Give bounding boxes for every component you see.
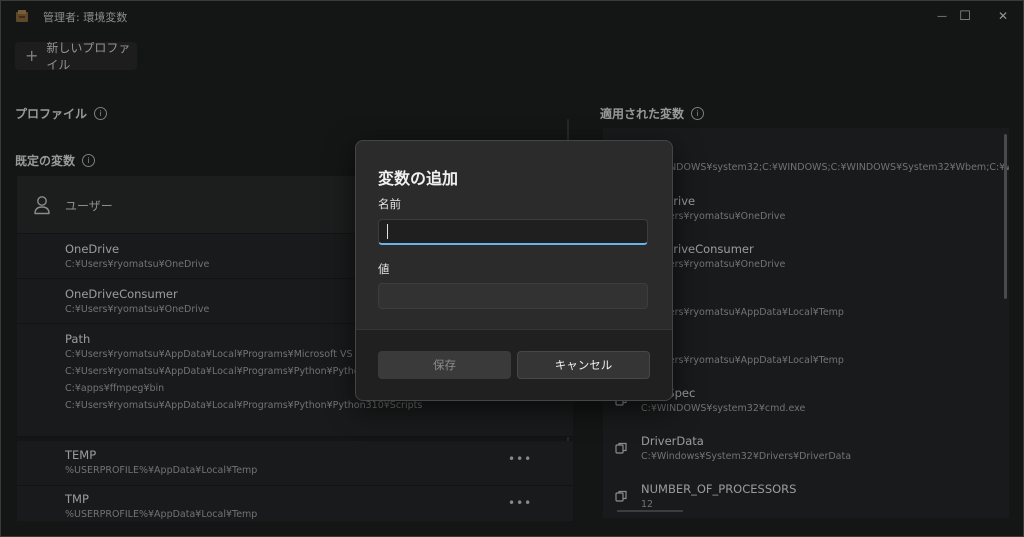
value-input[interactable] xyxy=(378,283,648,309)
cancel-button[interactable]: キャンセル xyxy=(517,351,650,379)
add-variable-dialog: 変数の追加 名前 値 保存 キャンセル xyxy=(355,140,673,401)
dialog-footer: 保存 キャンセル xyxy=(356,329,672,400)
name-field-label: 名前 xyxy=(378,197,401,211)
name-input[interactable] xyxy=(378,219,648,245)
save-button[interactable]: 保存 xyxy=(378,351,511,379)
text-caret xyxy=(387,224,388,239)
app-window: 管理者: 環境変数 — ☐ ✕ + 新しいプロファイル プロファイル i 既定の… xyxy=(0,0,1024,537)
dialog-title: 変数の追加 xyxy=(378,169,459,188)
value-field-label: 値 xyxy=(378,262,390,276)
